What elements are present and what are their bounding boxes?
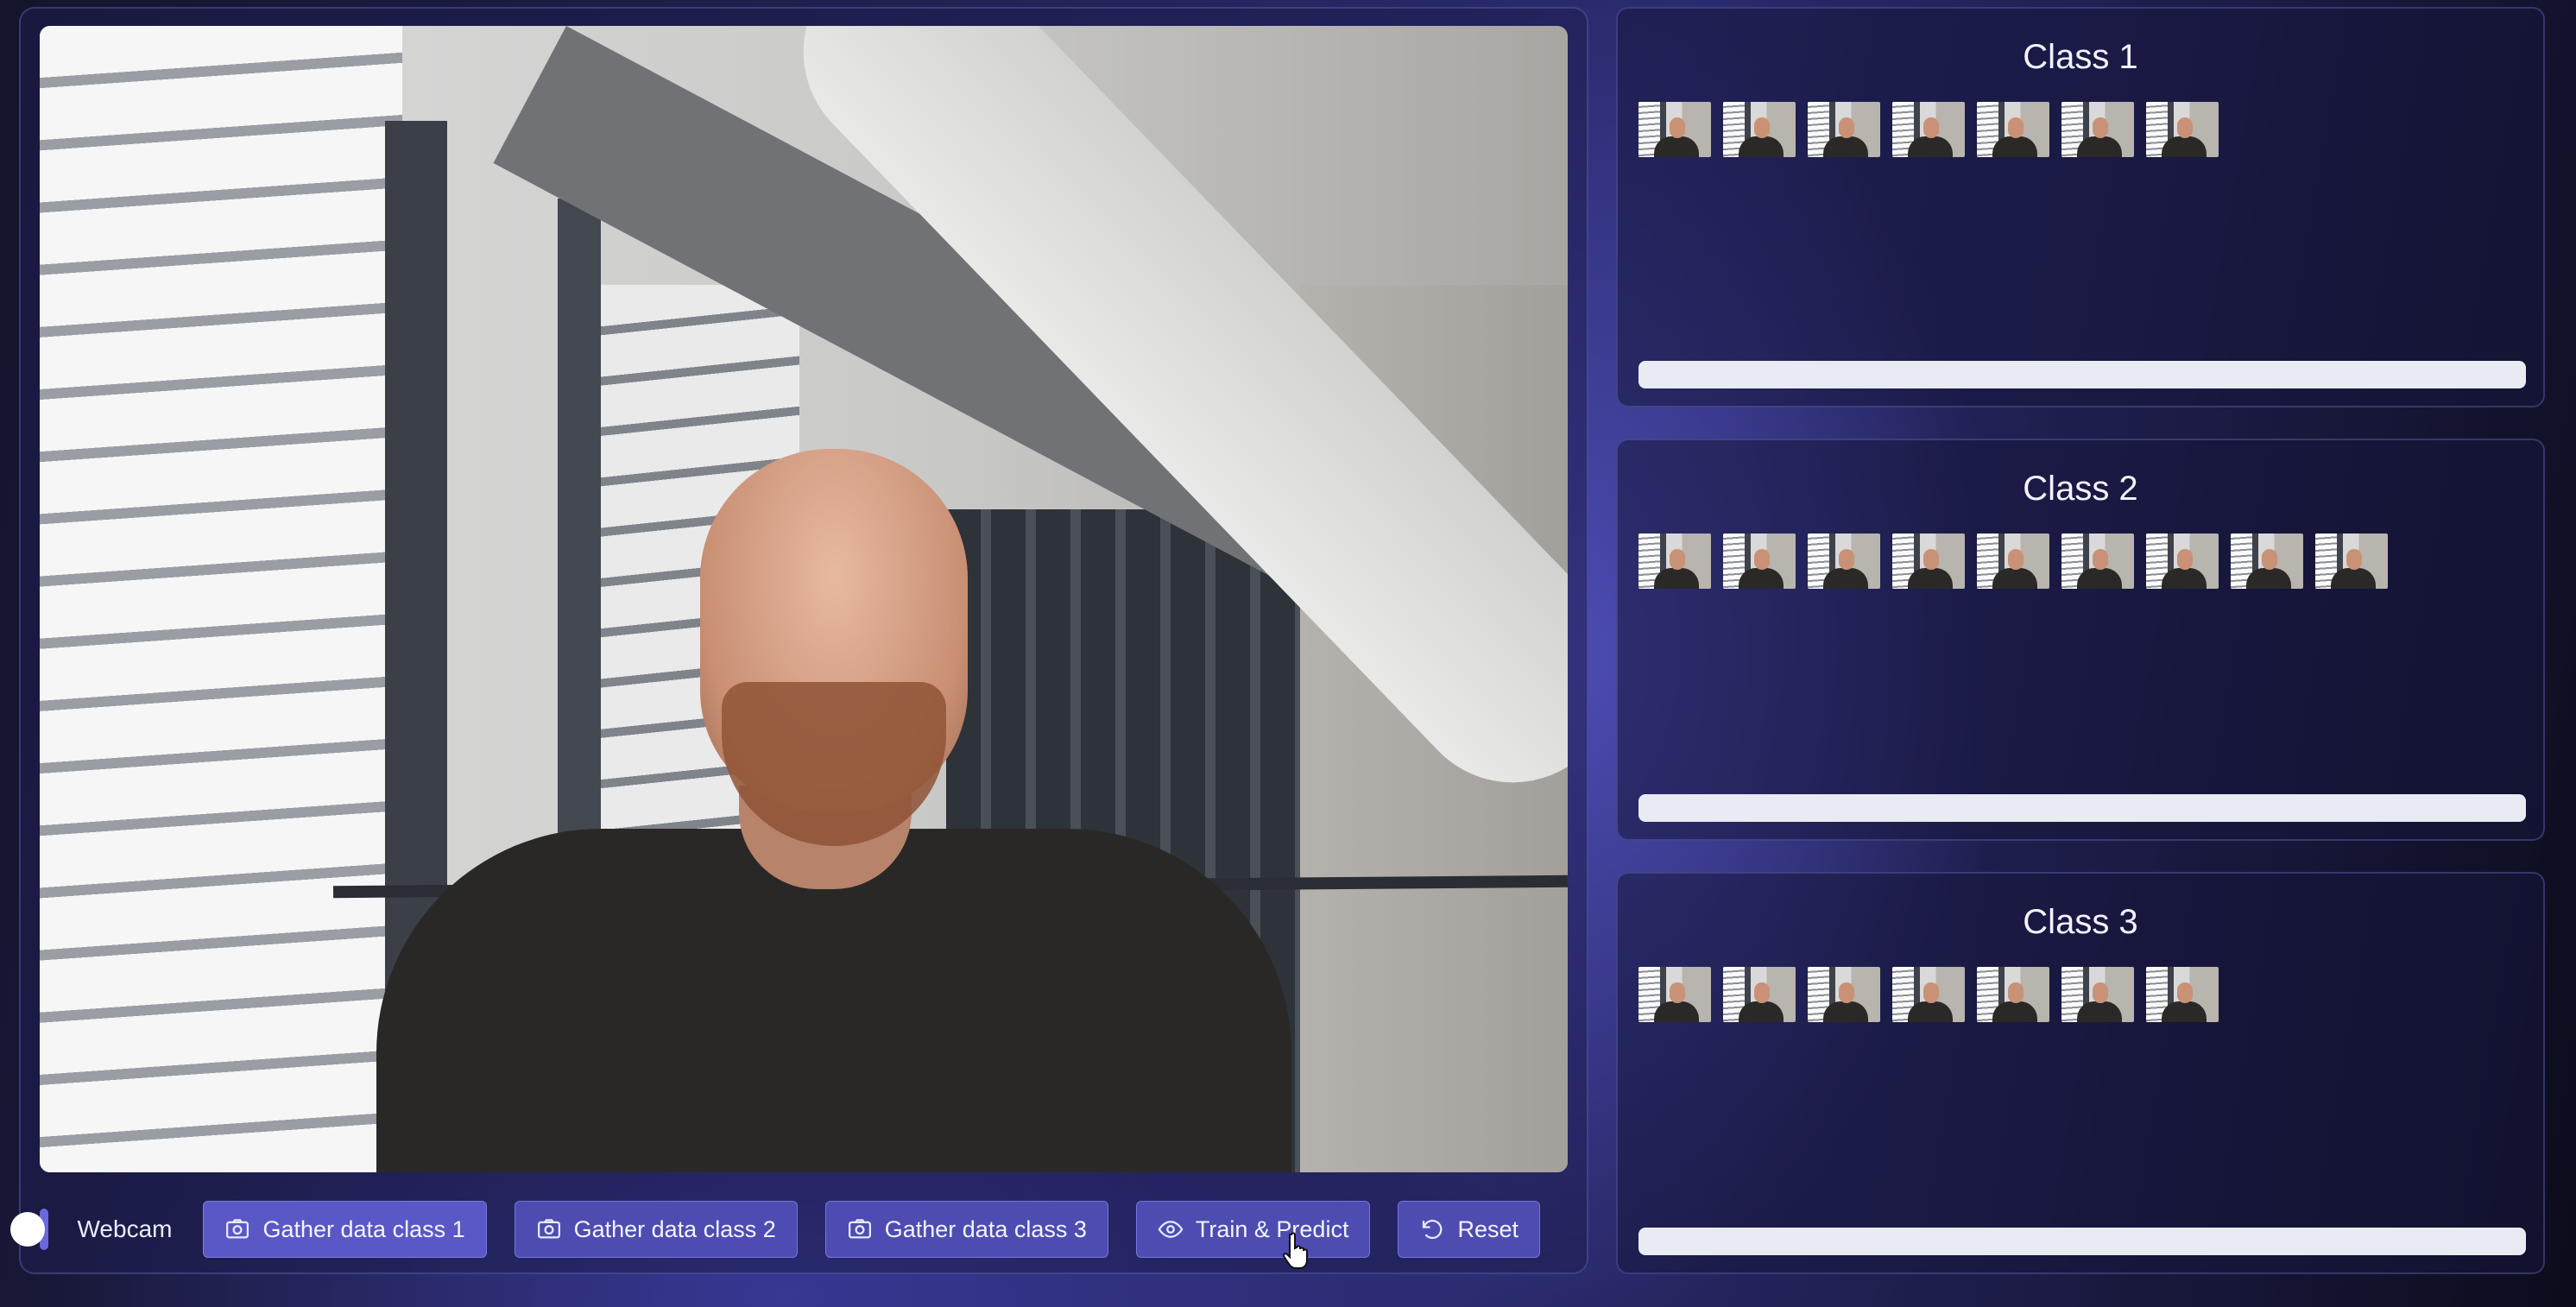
sample-thumbnail <box>1723 534 1796 589</box>
hand-cursor-icon <box>1283 1232 1308 1269</box>
webcam-video <box>40 26 1568 1172</box>
sample-thumbnail <box>1808 967 1880 1022</box>
sample-thumbnail <box>1808 534 1880 589</box>
sample-thumbnail <box>2146 967 2219 1022</box>
sample-thumbnail <box>2061 102 2134 157</box>
sample-thumbnail <box>1977 967 2049 1022</box>
sample-thumbnail <box>1638 102 1711 157</box>
class-3-title: Class 3 <box>2023 903 2138 941</box>
class-1-progress-bar <box>1638 361 2526 388</box>
train-predict-label: Train & Predict <box>1195 1215 1349 1242</box>
sample-thumbnail <box>1638 534 1711 589</box>
camera-icon <box>848 1219 871 1239</box>
class-2-title: Class 2 <box>2023 470 2138 508</box>
sample-thumbnail <box>2315 534 2388 589</box>
sample-thumbnail <box>1892 967 1965 1022</box>
sample-thumbnail <box>1808 102 1880 157</box>
class-3-samples <box>1638 967 2519 1022</box>
sample-thumbnail <box>1977 534 2049 589</box>
gather-class-3-label: Gather data class 3 <box>884 1215 1087 1242</box>
class-1-title: Class 1 <box>2023 38 2138 76</box>
sample-thumbnail <box>2061 534 2134 589</box>
reset-label: Reset <box>1457 1215 1518 1242</box>
sample-thumbnail <box>1638 967 1711 1022</box>
class-2-progress-bar <box>1638 794 2526 822</box>
sample-thumbnail <box>2231 534 2303 589</box>
gather-class-2-label: Gather data class 2 <box>573 1215 776 1242</box>
sample-thumbnail <box>2146 534 2219 589</box>
eye-icon <box>1158 1221 1184 1238</box>
gather-class-2-button[interactable]: Gather data class 2 <box>514 1201 798 1258</box>
reset-button[interactable]: Reset <box>1398 1201 1540 1258</box>
gather-class-1-button[interactable]: Gather data class 1 <box>203 1201 487 1258</box>
gather-class-1-label: Gather data class 1 <box>262 1215 465 1242</box>
class-1-samples <box>1638 102 2519 157</box>
train-predict-button[interactable]: Train & Predict <box>1135 1201 1371 1258</box>
undo-icon <box>1423 1219 1443 1240</box>
class-2-samples <box>1638 534 2519 589</box>
class-panel-2: Class 2 <box>1616 439 2545 841</box>
sample-thumbnail <box>1723 102 1796 157</box>
sample-thumbnail <box>1892 534 1965 589</box>
sample-thumbnail <box>1892 102 1965 157</box>
gather-class-3-button[interactable]: Gather data class 3 <box>824 1201 1108 1258</box>
webcam-toggle[interactable] <box>9 1209 48 1250</box>
sample-thumbnail <box>1723 967 1796 1022</box>
webcam-label: Webcam <box>77 1215 173 1242</box>
control-toolbar: Webcam Gather data class 1 Gather data c… <box>9 1201 1568 1258</box>
sample-thumbnail <box>1977 102 2049 157</box>
sample-thumbnail <box>2146 102 2219 157</box>
sample-thumbnail <box>2061 967 2134 1022</box>
class-panel-1: Class 1 <box>1616 7 2545 407</box>
class-3-progress-bar <box>1638 1228 2526 1255</box>
toggle-knob <box>9 1212 45 1247</box>
class-panel-3: Class 3 <box>1616 872 2545 1274</box>
camera-icon <box>537 1219 560 1239</box>
camera-icon <box>226 1219 249 1239</box>
